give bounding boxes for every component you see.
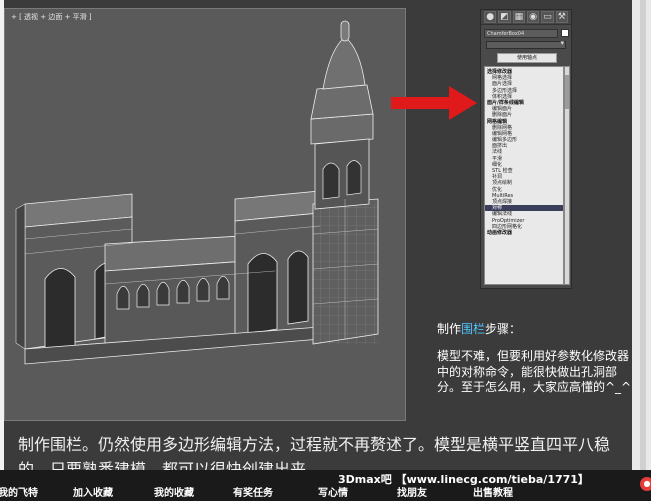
footer-my-favorites-button[interactable]: 我的收藏 <box>154 484 194 499</box>
object-color-swatch[interactable] <box>561 29 569 37</box>
steps-title-prefix: 制作 <box>437 322 462 336</box>
footer-my-feite-button[interactable]: 我的飞特 <box>0 484 38 499</box>
footer-find-friend-button[interactable]: 找朋友 <box>397 484 427 499</box>
scrollbar-track[interactable] <box>640 0 646 470</box>
steps-title: 制作围栏步骤： <box>437 320 521 337</box>
command-panel-toolbar: ● ◩ ▦ ◉ ▭ ⚒ <box>481 10 571 25</box>
utilities-tab-icon[interactable]: ⚒ <box>555 11 568 23</box>
footer-mood-button[interactable]: 写心情 <box>318 484 348 499</box>
modify-tab-icon[interactable]: ◩ <box>498 11 511 23</box>
use-pivot-button[interactable]: 使用轴点 <box>497 53 557 63</box>
steps-title-suffix: 步骤： <box>485 322 522 336</box>
3d-viewport[interactable]: + [ 透视 + 边面 + 平滑 ] <box>4 8 406 421</box>
modifier-list-dropdown[interactable] <box>486 39 566 49</box>
footer-sell-tutorial-button[interactable]: 出售教程 <box>473 484 513 499</box>
modifier-list-scrollbar[interactable] <box>564 66 570 285</box>
object-name-field[interactable]: ChamferBox04 <box>484 29 558 38</box>
display-tab-icon[interactable]: ▭ <box>541 11 554 23</box>
motion-tab-icon[interactable]: ◉ <box>526 11 540 23</box>
create-tab-icon[interactable]: ● <box>484 11 497 23</box>
modifier-list[interactable]: 选择修改器 网格选择 面片选择 多边形选择 体积选择 面片/样条线编辑 编辑面片 删除面片 网格… <box>484 66 564 285</box>
modifier-panel: ● ◩ ▦ ◉ ▭ ⚒ ChamferBox04 使用轴点 选择修改器网格选择面… <box>480 9 572 289</box>
footer-add-favorite-button[interactable]: 加入收藏 <box>73 484 113 499</box>
footer-toolbar: 3Dmax吧 【www.linecg.com/tieba/1771】 我的飞特 … <box>0 470 651 501</box>
notification-icon[interactable]: ● <box>640 477 651 491</box>
steps-title-highlight: 围栏 <box>461 322 486 336</box>
footer-reward-task-button[interactable]: 有奖任务 <box>233 484 273 499</box>
red-arrow-icon <box>391 86 477 120</box>
hierarchy-tab-icon[interactable]: ▦ <box>512 11 525 23</box>
steps-body: 模型不难，但要利用好参数化修改器中的对称命令，能很快做出孔洞部分。至于怎么用，大… <box>437 349 632 394</box>
footer-site-title[interactable]: 3Dmax吧 【www.linecg.com/tieba/1771】 <box>338 471 589 487</box>
scrollbar-thumb[interactable] <box>565 75 569 109</box>
modifier-category-header: 动画修改器 <box>487 229 513 236</box>
right-scrollbar-area[interactable] <box>632 0 651 470</box>
fence-model <box>15 20 379 365</box>
